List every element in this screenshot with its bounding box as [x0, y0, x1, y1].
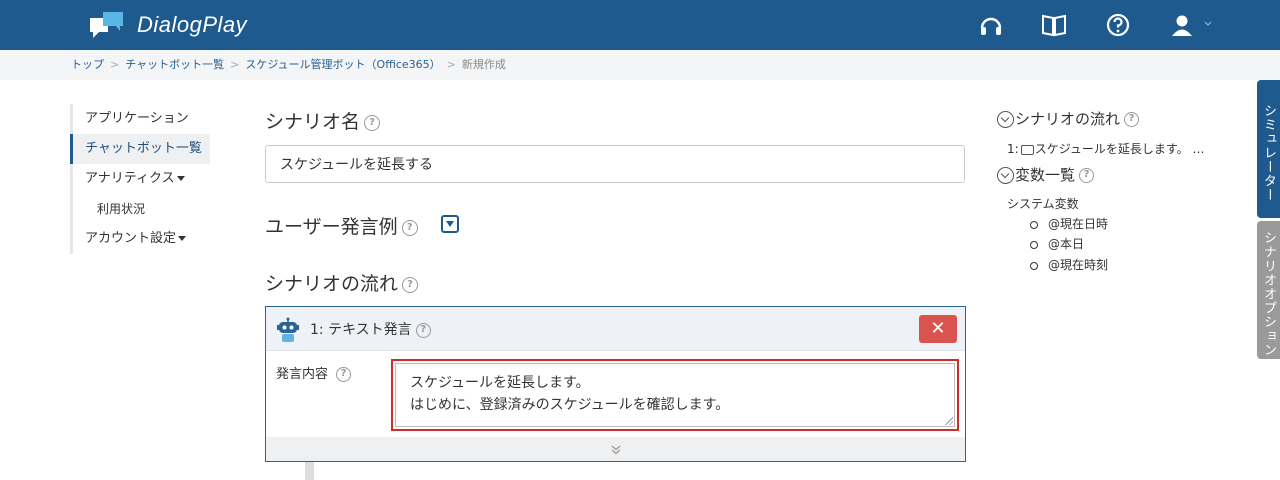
simulator-tab[interactable]: シミュレーター: [1257, 80, 1280, 218]
double-chevron-down-icon: [611, 445, 620, 454]
flow-list-item[interactable]: 1: スケジュールを延長します。 …: [1007, 140, 1204, 157]
scenario-name-label: シナリオ名: [265, 111, 361, 133]
book-icon[interactable]: [1041, 12, 1067, 38]
user-utterance-label: ユーザー発言例: [265, 216, 398, 238]
breadcrumb-separator: >: [230, 58, 240, 71]
utterance-line-1: スケジュールを延長します。: [410, 375, 590, 391]
collapse-chevron-icon[interactable]: [997, 111, 1014, 128]
card-title-text: 1: テキスト発言: [310, 322, 412, 338]
nav-item-application[interactable]: アプリケーション: [70, 104, 210, 134]
variables-title: 変数一覧: [1015, 166, 1076, 184]
flow-item-text: スケジュールを延長します。 …: [1034, 142, 1205, 156]
scenario-flow-label: シナリオの流れ: [265, 273, 399, 295]
user-utterance-heading: ユーザー発言例?: [265, 212, 418, 239]
breadcrumb-separator: >: [110, 58, 120, 71]
scenario-option-tab[interactable]: シナリオオプション: [1257, 221, 1280, 359]
help-icon[interactable]: ?: [1079, 168, 1095, 183]
help-icon[interactable]: ?: [336, 367, 352, 382]
delete-step-button[interactable]: ✕: [919, 315, 957, 343]
right-flow-title: シナリオの流れ: [1015, 110, 1121, 128]
headset-icon[interactable]: [978, 12, 1004, 38]
text-utterance-card: 1: テキスト発言? ✕ 発言内容? スケジュールを延長します。 はじめに、登録…: [265, 306, 966, 462]
nav-item-account-label: アカウント設定: [85, 231, 177, 246]
nav-item-usage[interactable]: 利用状況: [70, 194, 210, 224]
variable-item: @現在時刻: [1030, 256, 1108, 273]
collapse-chevron-icon[interactable]: [997, 167, 1014, 184]
speech-bubble-icon: [1020, 144, 1034, 155]
top-header: DialogPlay: [0, 0, 1280, 50]
breadcrumb-chatbot-list[interactable]: チャットボット一覧: [125, 58, 224, 71]
help-icon[interactable]: ?: [1124, 112, 1140, 127]
user-icon[interactable]: [1170, 12, 1214, 38]
right-flow-heading: シナリオの流れ?: [997, 108, 1140, 129]
utterance-textarea-highlight: スケジュールを延長します。 はじめに、登録済みのスケジュールを確認します。: [391, 359, 959, 431]
utterance-field-label-text: 発言内容: [276, 367, 329, 382]
utterance-field-label: 発言内容?: [276, 363, 352, 382]
help-icon[interactable]: ?: [401, 219, 418, 236]
card-header: 1: テキスト発言? ✕: [266, 307, 965, 351]
expand-utterance-button[interactable]: [441, 215, 459, 233]
variables-heading: 変数一覧?: [997, 164, 1095, 185]
scenario-name-heading: シナリオ名?: [265, 107, 381, 134]
variable-item: @現在日時: [1030, 215, 1108, 232]
flow-connector: [305, 462, 314, 480]
utterance-line-2: はじめに、登録済みのスケジュールを確認します。: [410, 397, 730, 413]
left-nav: アプリケーション チャットボット一覧 アナリティクス 利用状況 アカウント設定: [70, 104, 210, 254]
card-expand-footer[interactable]: [266, 437, 965, 461]
card-title: 1: テキスト発言?: [310, 319, 431, 339]
breadcrumb-current: 新規作成: [461, 58, 506, 71]
help-icon[interactable]: [1105, 12, 1131, 38]
nav-item-analytics-label: アナリティクス: [85, 171, 175, 186]
scenario-flow-heading: シナリオの流れ?: [265, 269, 419, 296]
nav-item-account-settings[interactable]: アカウント設定: [70, 224, 210, 254]
help-icon[interactable]: ?: [402, 276, 419, 293]
robot-icon: [277, 317, 299, 342]
breadcrumb-separator: >: [446, 58, 456, 71]
variable-item: @本日: [1030, 235, 1084, 252]
breadcrumb-top[interactable]: トップ: [71, 58, 104, 71]
flow-item-index: 1:: [1007, 142, 1019, 156]
help-icon[interactable]: ?: [364, 114, 381, 131]
breadcrumb-bot[interactable]: スケジュール管理ボット（Office365）: [245, 58, 440, 71]
scenario-name-input[interactable]: [265, 145, 965, 183]
caret-down-icon: [176, 176, 185, 181]
breadcrumb: トップ > チャットボット一覧 > スケジュール管理ボット（Office365） > 新規作…: [0, 50, 1280, 80]
system-variables-label: システム変数: [1007, 197, 1079, 211]
resize-grip-icon[interactable]: [945, 417, 953, 425]
nav-item-analytics[interactable]: アナリティクス: [70, 164, 210, 194]
caret-down-icon: [178, 236, 187, 241]
logo-icon: [90, 12, 123, 38]
help-icon[interactable]: ?: [415, 322, 431, 338]
nav-item-chatbot-list[interactable]: チャットボット一覧: [70, 134, 210, 164]
utterance-textarea[interactable]: スケジュールを延長します。 はじめに、登録済みのスケジュールを確認します。: [395, 363, 955, 427]
app-name: DialogPlay: [137, 12, 248, 37]
